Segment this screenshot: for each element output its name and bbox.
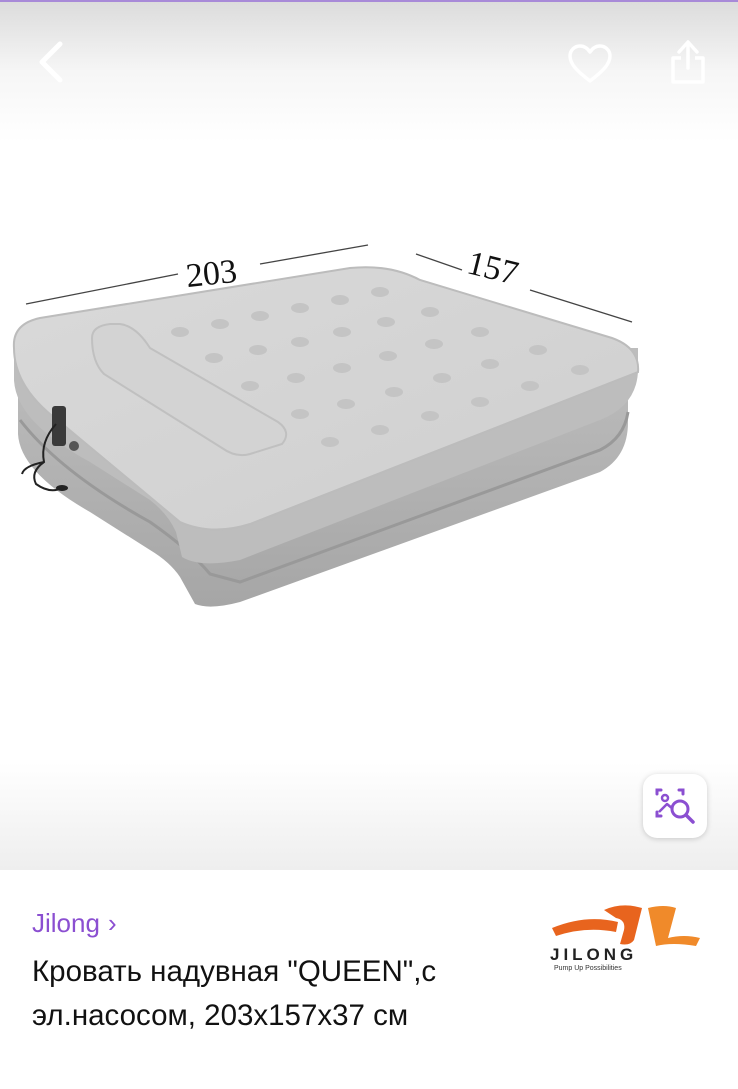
heart-outline-icon [568, 44, 612, 83]
product-title: Кровать надувная "QUEEN",с эл.насосом, 2… [32, 955, 437, 1032]
share-button[interactable] [660, 32, 716, 92]
back-button[interactable] [22, 34, 78, 90]
chevron-left-icon [39, 41, 63, 83]
brand-name: Jilong [32, 908, 100, 938]
image-search-icon [655, 788, 695, 824]
logo-tagline: Pump Up Possibilities [554, 965, 622, 972]
product-gallery[interactable]: 203 157 [0, 2, 738, 870]
product-info: Jilong › Кровать надувная "QUEEN",с эл.н… [0, 870, 738, 1089]
product-image: 203 157 [12, 244, 640, 607]
brand-logo[interactable]: JILONG Pump Up Possibilities [546, 900, 708, 972]
dimension-width-label: 157 [464, 244, 522, 292]
brand-link[interactable]: Jilong › [32, 908, 117, 939]
visual-search-button[interactable] [643, 774, 707, 838]
share-icon [671, 40, 705, 84]
favorite-button[interactable] [560, 36, 620, 92]
logo-wordmark: JILONG [550, 945, 637, 964]
chevron-right-icon: › [107, 908, 117, 938]
